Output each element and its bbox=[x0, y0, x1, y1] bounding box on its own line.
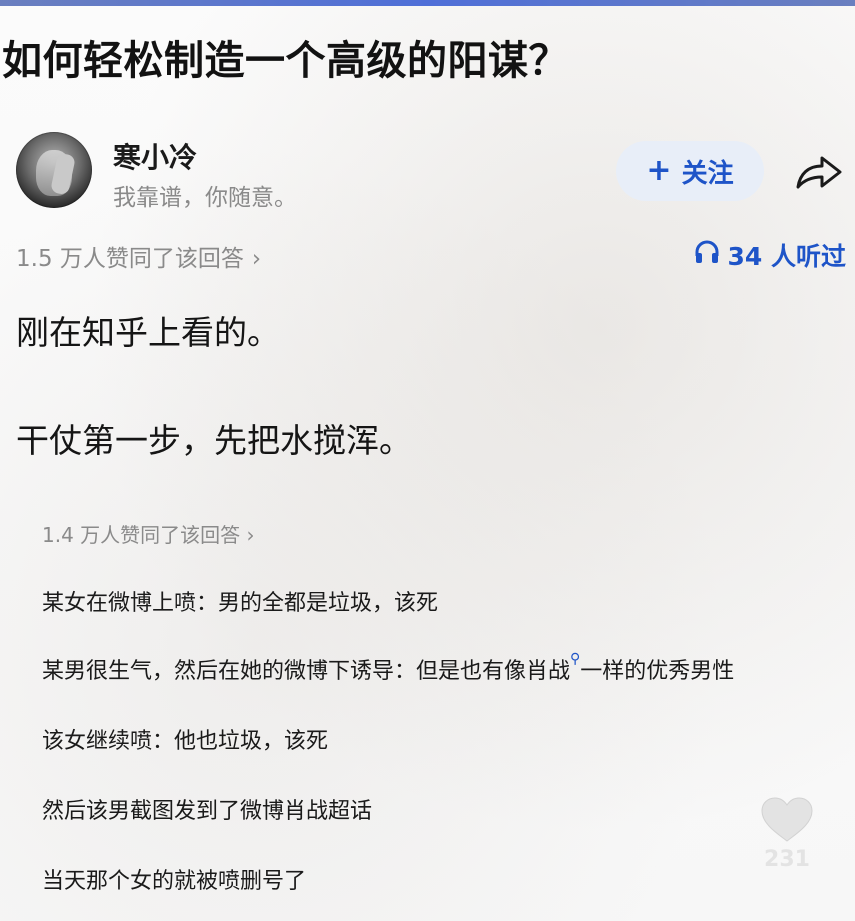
answer-paragraph: 刚在知乎上看的。 bbox=[16, 313, 280, 352]
heart-icon bbox=[761, 797, 813, 842]
plus-icon: + bbox=[646, 153, 672, 188]
search-link[interactable]: 肖战⚲ bbox=[526, 651, 580, 684]
follow-label: 关注 bbox=[681, 158, 734, 189]
headphones-icon bbox=[694, 240, 720, 270]
embedded-line: 某男很生气，然后在她的微博下诱导：但是也有像肖战⚲一样的优秀男性 bbox=[42, 651, 735, 685]
author-bio: 我靠谱，你随意。 bbox=[113, 185, 297, 211]
search-icon: ⚲ bbox=[570, 651, 581, 667]
like-button[interactable]: 231 bbox=[756, 795, 818, 885]
upvote-text: 1.5 万人赞同了该回答 bbox=[16, 246, 244, 272]
listened-count[interactable]: 34 人听过 bbox=[694, 237, 847, 273]
embedded-line: 当天那个女的就被喷删号了 bbox=[42, 869, 307, 894]
question-title[interactable]: 如何轻松制造一个高级的阳谋？ bbox=[2, 28, 569, 86]
embedded-upvote-summary: 1.4 万人赞同了该回答 › bbox=[42, 519, 255, 548]
chevron-right-icon: › bbox=[251, 246, 262, 272]
embedded-line: 该女继续喷：他也垃圾，该死 bbox=[42, 729, 329, 754]
embedded-upvote-text: 1.4 万人赞同了该回答 bbox=[42, 523, 241, 547]
embedded-line: 然后该男截图发到了微博肖战超话 bbox=[42, 799, 373, 824]
embedded-line-tail: 一样的优秀男性 bbox=[580, 659, 735, 684]
chevron-right-icon: › bbox=[246, 523, 255, 547]
answer-meta-row: 1.5 万人赞同了该回答 › 34 人听过 bbox=[16, 237, 846, 273]
embedded-line: 某女在微博上喷：男的全都是垃圾，该死 bbox=[42, 591, 439, 616]
embedded-screenshot: 1.4 万人赞同了该回答 › 某女在微博上喷：男的全都是垃圾，该死 某男很生气，… bbox=[0, 505, 855, 921]
answer-paragraph: 干仗第一步，先把水搅浑。 bbox=[16, 421, 412, 460]
upvote-summary[interactable]: 1.5 万人赞同了该回答 › bbox=[16, 239, 261, 273]
author-row: 寒小冷 我靠谱，你随意。 + 关注 bbox=[16, 132, 846, 212]
share-icon[interactable] bbox=[794, 152, 844, 192]
like-count: 231 bbox=[764, 847, 810, 872]
follow-button[interactable]: + 关注 bbox=[616, 141, 764, 201]
embedded-line-text: 某男很生气，然后在她的微博下诱导：但是也有像 bbox=[42, 659, 527, 684]
avatar[interactable] bbox=[16, 132, 92, 208]
author-name[interactable]: 寒小冷 bbox=[113, 136, 197, 176]
search-link-text: 肖战 bbox=[526, 659, 571, 684]
listened-text: 34 人听过 bbox=[727, 242, 847, 271]
